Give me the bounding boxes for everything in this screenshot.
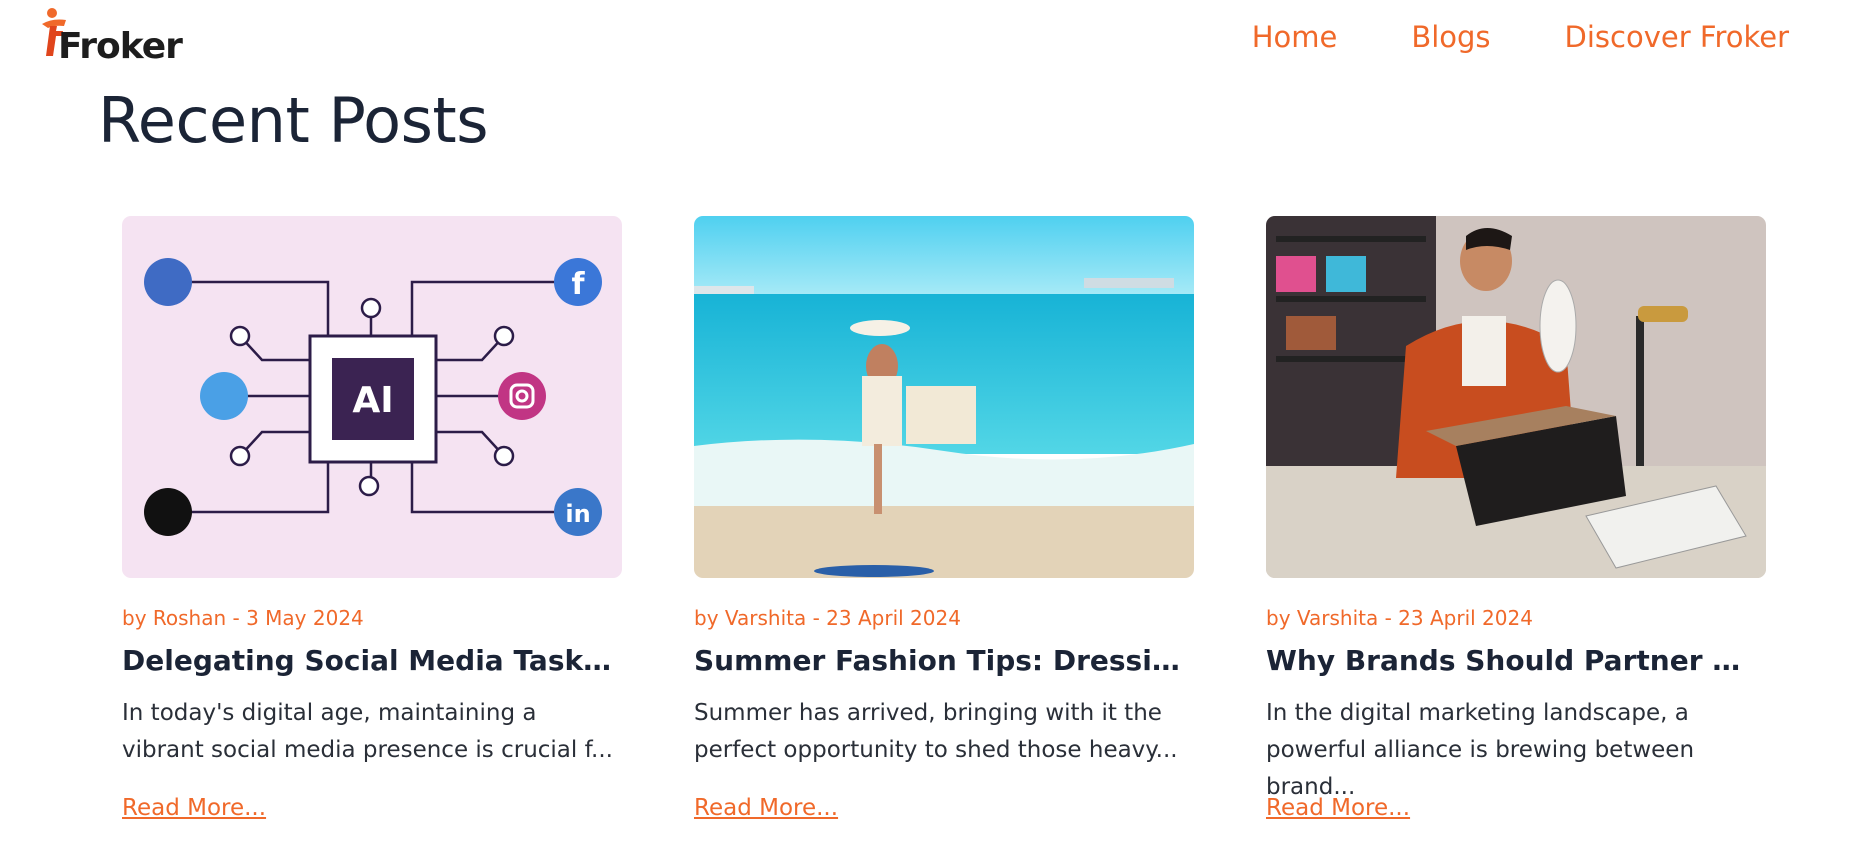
read-more-link[interactable]: Read More... [694, 795, 838, 821]
influencer-unboxing-image[interactable] [1266, 216, 1766, 578]
ai-chip-label: AI [352, 380, 393, 421]
post-meta: by Roshan - 3 May 2024 [122, 606, 364, 630]
svg-text:in: in [565, 500, 590, 528]
read-more-link[interactable]: Read More... [122, 795, 266, 821]
logo-text: Froker [58, 26, 183, 67]
svg-text:f: f [571, 267, 585, 302]
nav-blogs[interactable]: Blogs [1411, 20, 1490, 54]
post-excerpt: In the digital marketing landscape, a po… [1266, 700, 1695, 800]
read-more-link[interactable]: Read More... [1266, 795, 1410, 821]
post-excerpt: Summer has arrived, bringing with it the… [694, 700, 1178, 763]
froker-logo[interactable]: Froker [40, 6, 183, 70]
post-title[interactable]: Delegating Social Media Tasks ... [122, 644, 622, 677]
post-card: AI f in by Roshan - 3 May 2024 Delegatin… [122, 216, 622, 821]
post-card: by Varshita - 23 April 2024 Why Brands S… [1266, 216, 1766, 821]
post-meta: by Varshita - 23 April 2024 [1266, 606, 1533, 630]
post-title[interactable]: Summer Fashion Tips: Dressing ... [694, 644, 1194, 677]
ai-social-media-image[interactable]: AI f in [122, 216, 622, 578]
section-title: Recent Posts [98, 84, 489, 157]
beach-summer-image[interactable] [694, 216, 1194, 578]
post-title[interactable]: Why Brands Should Partner with... [1266, 644, 1766, 677]
page: Froker Home Blogs Discover Froker Recent… [0, 0, 1867, 850]
main-nav: Home Blogs Discover Froker [1252, 20, 1789, 54]
nav-home[interactable]: Home [1252, 20, 1338, 54]
post-meta: by Varshita - 23 April 2024 [694, 606, 961, 630]
post-card: by Varshita - 23 April 2024 Summer Fashi… [694, 216, 1194, 821]
nav-discover-froker[interactable]: Discover Froker [1565, 20, 1789, 54]
post-excerpt: In today's digital age, maintaining a vi… [122, 700, 613, 763]
